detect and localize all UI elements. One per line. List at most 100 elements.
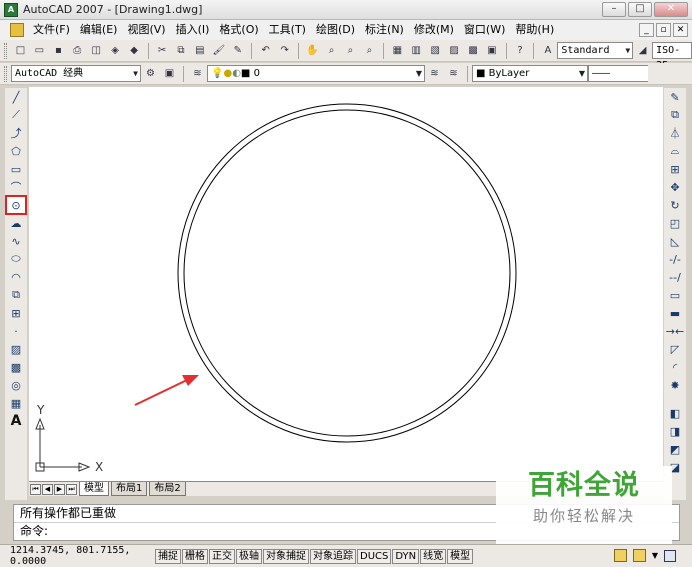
fillet-icon[interactable]: ◜ — [666, 359, 684, 375]
tab-model[interactable]: 模型 — [79, 482, 109, 496]
rotate-icon[interactable]: ↻ — [666, 197, 684, 213]
dim-style-icon[interactable]: ◢ — [634, 42, 651, 59]
ellipse-icon[interactable]: ⬭ — [7, 251, 25, 267]
maximize-button[interactable]: □ — [628, 2, 652, 17]
menu-help[interactable]: 帮助(H) — [510, 20, 559, 40]
scale-icon[interactable]: ◰ — [666, 215, 684, 231]
paste-icon[interactable]: ▤ — [191, 42, 208, 59]
array-icon[interactable]: ⊞ — [666, 161, 684, 177]
undo-icon[interactable]: ↶ — [257, 42, 274, 59]
print-preview-icon[interactable]: ◫ — [88, 42, 105, 59]
document-icon[interactable] — [10, 23, 24, 37]
lock-icon[interactable] — [632, 549, 646, 562]
my-workspace-icon[interactable]: ▣ — [161, 65, 178, 82]
dim-style-select[interactable]: ISO-25 — [652, 42, 692, 71]
tool-palettes-icon[interactable]: ▧ — [427, 42, 444, 59]
doc-close-button[interactable]: ✕ — [673, 23, 688, 37]
menu-modify[interactable]: 修改(M) — [409, 20, 459, 40]
clean-screen-icon[interactable] — [664, 549, 676, 562]
point-icon[interactable]: · — [7, 323, 25, 339]
menu-dimension[interactable]: 标注(N) — [360, 20, 409, 40]
arc-icon[interactable]: ⌒ — [7, 179, 25, 195]
layer-previous-icon[interactable]: ≋ — [445, 65, 462, 82]
calculator-icon[interactable]: ▣ — [484, 42, 501, 59]
last-tab-button[interactable]: ⏭ — [66, 483, 77, 495]
mirror-icon[interactable]: ⏃ — [666, 125, 684, 141]
tab-layout1[interactable]: 布局1 — [111, 482, 148, 496]
workspace-settings-icon[interactable]: ⚙ — [142, 65, 159, 82]
inner-circle[interactable] — [183, 109, 511, 437]
circle-icon[interactable]: ⊙ — [5, 195, 27, 215]
draworder-front-icon[interactable]: ◧ — [666, 405, 684, 421]
next-tab-button[interactable]: ▶ — [54, 483, 65, 495]
explode-icon[interactable]: ✸ — [666, 377, 684, 393]
polar-toggle[interactable]: 极轴 — [236, 548, 262, 564]
print-icon[interactable]: ⎙ — [69, 42, 86, 59]
pan-icon[interactable]: ✋ — [304, 42, 321, 59]
text-style-icon[interactable]: A — [539, 42, 556, 59]
toolbar-grip[interactable] — [4, 42, 7, 59]
communication-center-icon[interactable] — [613, 549, 627, 562]
block-editor-icon[interactable]: ✎ — [229, 42, 246, 59]
lineweight-toggle[interactable]: 线宽 — [420, 548, 447, 564]
offset-icon[interactable]: ⌓ — [666, 143, 684, 159]
grid-toggle[interactable]: 栅格 — [182, 548, 208, 564]
model-toggle[interactable]: 模型 — [447, 548, 474, 564]
doc-restore-button[interactable]: ▫ — [656, 23, 671, 37]
stretch-icon[interactable]: ◺ — [666, 233, 684, 249]
layer-properties-icon[interactable]: ≋ — [189, 65, 206, 82]
join-icon[interactable]: →← — [666, 323, 684, 339]
polyline-icon[interactable]: ⤴ — [7, 125, 25, 141]
color-select[interactable]: ■ ByLayer ▼ — [472, 65, 588, 82]
insert-block-icon[interactable]: ⧉ — [7, 287, 25, 303]
otrack-toggle[interactable]: 对象追踪 — [310, 548, 356, 564]
menu-window[interactable]: 窗口(W) — [459, 20, 510, 40]
draworder-back-icon[interactable]: ◨ — [666, 423, 684, 439]
ortho-toggle[interactable]: 正交 — [209, 548, 235, 564]
erase-icon[interactable]: ✎ — [666, 89, 684, 105]
menu-insert[interactable]: 插入(I) — [171, 20, 215, 40]
spline-icon[interactable]: ∿ — [7, 233, 25, 249]
zoom-realtime-icon[interactable]: ⌕ — [323, 42, 340, 59]
prev-tab-button[interactable]: ◀ — [42, 483, 53, 495]
copy-icon[interactable]: ⧉ — [666, 107, 684, 123]
zoom-window-icon[interactable]: ⌕ — [342, 42, 359, 59]
design-center-icon[interactable]: ▥ — [408, 42, 425, 59]
3d-dwf-icon[interactable]: ◆ — [126, 42, 143, 59]
menu-file[interactable]: 文件(F) — [28, 20, 75, 40]
rectangle-icon[interactable]: ▭ — [7, 161, 25, 177]
osnap-toggle[interactable]: 对象捕捉 — [263, 548, 309, 564]
chamfer-icon[interactable]: ◸ — [666, 341, 684, 357]
toolbar-grip[interactable] — [4, 65, 7, 82]
zoom-previous-icon[interactable]: ⌕ — [361, 42, 378, 59]
match-properties-icon[interactable]: 🖌 — [210, 42, 227, 59]
markup-set-icon[interactable]: ▩ — [465, 42, 482, 59]
autocad-app-icon[interactable]: A — [4, 2, 18, 17]
move-icon[interactable]: ✥ — [666, 179, 684, 195]
doc-minimize-button[interactable]: _ — [639, 23, 654, 37]
break-icon[interactable]: ▬ — [666, 305, 684, 321]
make-layer-current-icon[interactable]: ≋ — [426, 65, 443, 82]
sheet-set-icon[interactable]: ▨ — [446, 42, 463, 59]
break-at-point-icon[interactable]: ▭ — [666, 287, 684, 303]
first-tab-button[interactable]: ⏮ — [30, 483, 41, 495]
revision-cloud-icon[interactable]: ☁ — [7, 215, 25, 231]
tray-menu-arrow-icon[interactable]: ▼ — [652, 551, 658, 560]
make-block-icon[interactable]: ⊞ — [7, 305, 25, 321]
drawing-area[interactable]: Y X — [29, 87, 663, 481]
new-file-icon[interactable]: □ — [12, 42, 29, 59]
polygon-icon[interactable]: ⬠ — [7, 143, 25, 159]
help-icon[interactable]: ? — [512, 42, 529, 59]
drawing-canvas[interactable] — [29, 87, 663, 481]
dyn-toggle[interactable]: DYN — [392, 548, 420, 564]
bring-above-icon[interactable]: ◩ — [666, 441, 684, 457]
multiline-text-icon[interactable]: A — [7, 413, 25, 429]
cut-icon[interactable]: ✂ — [154, 42, 171, 59]
ducs-toggle[interactable]: DUCS — [357, 548, 392, 564]
properties-icon[interactable]: ▦ — [389, 42, 406, 59]
extend-icon[interactable]: --/ — [666, 269, 684, 285]
open-file-icon[interactable]: ▭ — [31, 42, 48, 59]
layer-select[interactable]: 💡●◐■ 0 ▼ — [207, 65, 425, 82]
tab-layout2[interactable]: 布局2 — [149, 482, 186, 496]
menu-tools[interactable]: 工具(T) — [264, 20, 311, 40]
